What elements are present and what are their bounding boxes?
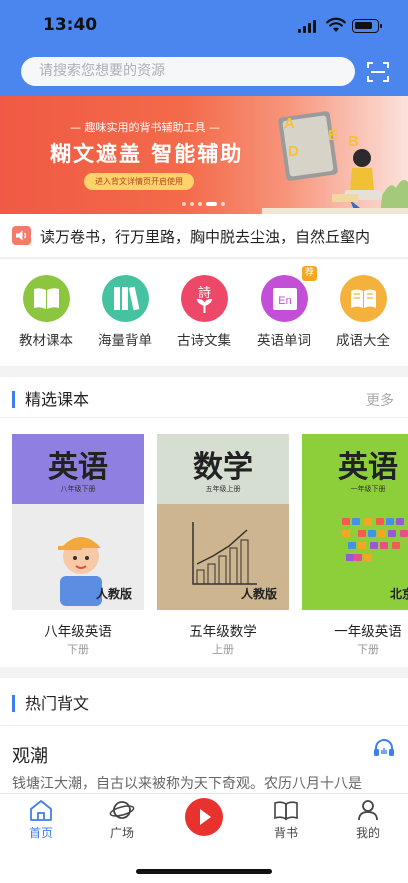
book-card[interactable]: 英语 八年级下册 人教版 [12,434,144,610]
idiom-book-icon [340,275,387,322]
tab-label: 背书 [273,826,298,840]
book-cover-grade: 一年级下册 [350,485,386,493]
tab-recite[interactable]: 背书 [256,799,316,847]
home-indicator [136,869,272,874]
divider [0,417,408,418]
category-label: 海量背单 [98,333,152,349]
category-poems[interactable]: 詩 古诗文集 [164,275,244,361]
category-english-words[interactable]: En 英语单词 [244,275,324,361]
category-label: 古诗文集 [177,333,231,349]
book-volume: 上册 [212,643,234,656]
carousel-dots [182,202,229,208]
book-volume: 下册 [357,643,379,656]
book-cover-title: 数学 [193,450,253,485]
book-cover-title: 英语 [338,450,398,485]
book-name: 五年级数学 [189,624,257,640]
reading-girl-illustration: A B D E [262,111,408,214]
english-glyph: En [278,295,291,307]
book-cover-grade: 五年级上册 [205,485,241,493]
book-card[interactable]: 英语 一年级下册 北京版 [302,434,408,610]
battery-icon [352,19,382,33]
tab-label: 我的 [355,826,380,840]
book-cover-grade: 八年级下册 [60,485,96,493]
book-name: 一年级英语 [334,624,402,640]
category-grid: 教材课本 海量背单 詩 古诗文集 En 英语单词 成语大全 [0,258,408,366]
notice-text: 读万卷书，行万里路，胸中脱去尘浊，自然丘壑内 [40,228,371,246]
category-label: 教材课本 [19,333,73,349]
promo-banner[interactable]: — 趣味实用的背书辅助工具 — 糊文遮盖 智能辅助 进入背文详情页开启使用 A … [0,96,408,214]
book-publisher: 人教版 [95,587,132,601]
banner-letter: B [348,133,359,150]
book-cover-title: 英语 [48,450,108,485]
tab-home[interactable]: 首页 [11,799,71,847]
banner-letter: A [284,115,295,132]
banner-letter: E [328,127,338,144]
book-card[interactable]: 数学 五年级上册 人教版 [157,434,289,610]
tab-label: 首页 [28,826,53,840]
poem-glyph: 詩 [198,286,211,301]
wifi-icon [326,17,346,32]
app-screen: 13:40 请搜索您想要的资源 — 趣味实用的背书辅助工具 — 糊文遮盖 智能辅… [0,0,408,883]
headphones-icon[interactable] [373,737,395,757]
signal-icon [298,20,318,33]
tab-mine[interactable]: 我的 [338,799,398,847]
section-title: 热门背文 [12,695,89,712]
divider [0,725,408,726]
banner-subtitle: — 趣味实用的背书辅助工具 — [70,121,220,134]
book-cover-bottom: 北京版 [302,504,408,610]
home-icon [30,800,52,821]
play-button[interactable] [185,798,223,836]
tab-square[interactable]: 广场 [92,799,152,847]
scan-icon[interactable] [366,60,390,84]
category-label: 成语大全 [336,333,390,349]
category-label: 英语单词 [257,333,311,349]
planet-icon [109,801,135,819]
open-book-icon [274,801,298,821]
book-icon [23,275,70,322]
banner-button[interactable]: 进入背文详情页开启使用 [84,173,194,190]
status-bar: 13:40 [0,0,408,50]
header: 13:40 请搜索您想要的资源 [0,0,408,96]
status-time: 13:40 [43,15,98,35]
poem-title[interactable]: 观潮 [12,742,48,768]
tab-label: 广场 [109,826,134,840]
book-name: 八年级英语 [44,624,112,640]
category-textbook[interactable]: 教材课本 [6,275,86,361]
book-cover-bottom: 人教版 [157,504,289,610]
book-publisher: 人教版 [240,587,277,601]
banner-letter: D [288,143,299,160]
book-cover-bottom: 人教版 [12,504,144,610]
speaker-icon [12,226,31,245]
poem-icon: 詩 [181,275,228,322]
recommend-badge: 荐 [302,266,317,281]
poem-excerpt[interactable]: 钱塘江大潮，自古以来被称为天下奇观。农历八月十八是 [12,773,362,793]
book-cover-top: 英语 八年级下册 [12,434,144,504]
search-input[interactable]: 请搜索您想要的资源 [21,57,355,86]
book-volume: 下册 [67,643,89,656]
book-cover-top: 数学 五年级上册 [157,434,289,504]
more-link[interactable]: 更多 [366,390,394,410]
banner-title: 糊文遮盖 智能辅助 [50,142,244,166]
books-icon [102,275,149,322]
notice-bar[interactable]: 读万卷书，行万里路，胸中脱去尘浊，自然丘壑内 [0,214,408,257]
section-title: 精选课本 [12,391,89,408]
english-icon: En [261,275,308,322]
book-publisher: 北京版 [390,587,408,601]
category-idioms[interactable]: 成语大全 [323,275,403,361]
book-cover-top: 英语 一年级下册 [302,434,408,504]
category-word-lists[interactable]: 海量背单 [85,275,165,361]
user-icon [358,800,378,821]
